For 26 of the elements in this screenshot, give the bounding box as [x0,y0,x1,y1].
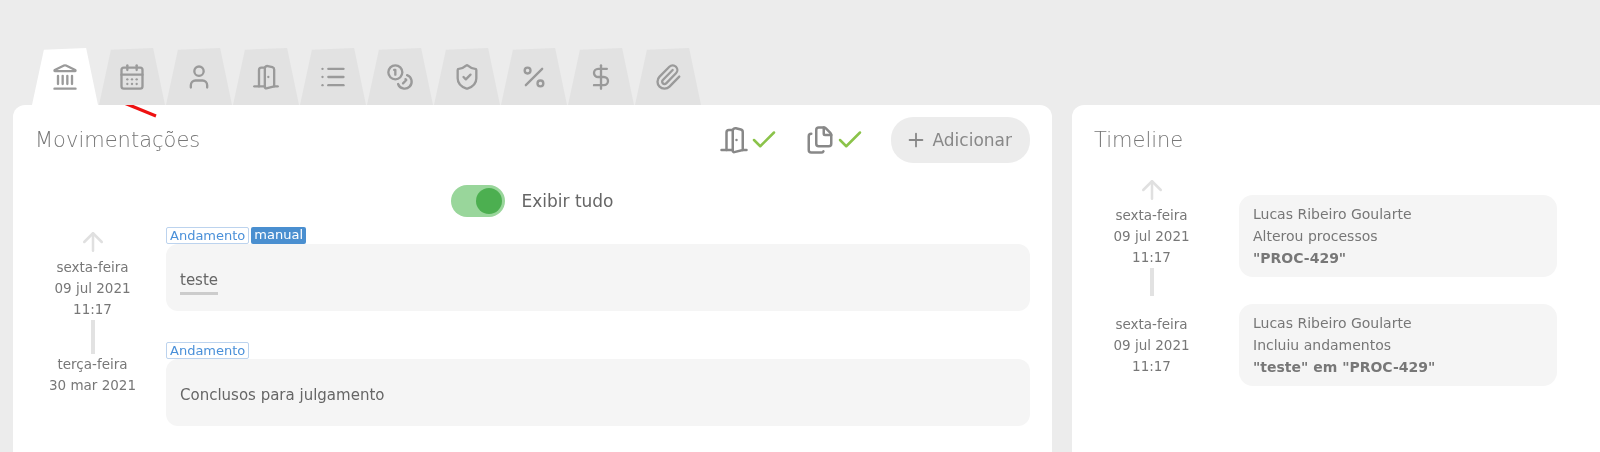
badge: manual [251,227,306,244]
event-detail: "PROC-429" [1253,248,1348,268]
weekday: terça-feira [57,355,128,374]
entry-text: Conclusos para julgamento [180,386,385,404]
weekday: sexta-feira [1115,206,1188,225]
tag: Andamento [166,342,250,359]
time: 11:17 [1132,356,1171,376]
entry-text: teste [180,271,219,295]
weekday: sexta-feira [56,258,129,277]
time: 11:17 [1132,248,1171,267]
event-detail: "teste" em "PROC-429" [1253,358,1437,377]
date: 09 jul 2021 [1113,227,1190,246]
panel-title: Movimentações [35,128,202,152]
tag: Andamento [166,227,250,244]
panel-title: Timeline [1094,128,1185,152]
date: 09 jul 2021 [1113,335,1190,355]
weekday: sexta-feira [1115,314,1188,334]
event-action: Incluiu andamentos [1253,336,1393,355]
date: 30 mar 2021 [48,376,137,395]
date: 09 jul 2021 [54,279,131,298]
add-button[interactable]: Adicionar [890,117,1030,163]
event-author: Lucas Ribeiro Goularte [1253,204,1413,224]
event-action: Alterou processos [1253,226,1379,246]
toggle-label: Exibir tudo [521,191,614,211]
event-author: Lucas Ribeiro Goularte [1253,314,1413,333]
time: 11:17 [73,300,112,319]
